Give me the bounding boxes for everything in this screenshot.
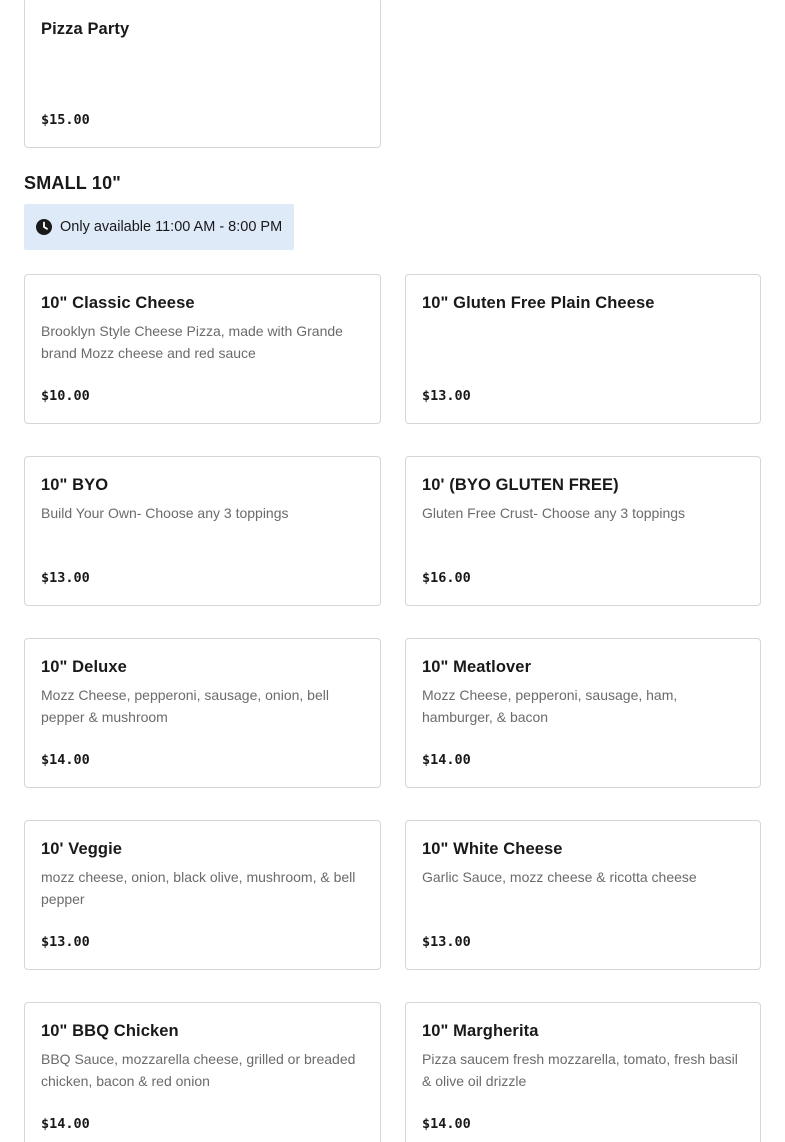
menu-item-card[interactable]: 10" Classic Cheese Brooklyn Style Cheese… bbox=[24, 274, 381, 424]
item-name: 10" White Cheese bbox=[422, 840, 563, 858]
menu-item-card[interactable]: Pizza Party $15.00 bbox=[24, 0, 381, 148]
menu-item-card[interactable]: 10" White Cheese Garlic Sauce, mozz chee… bbox=[405, 820, 761, 970]
menu-item-card[interactable]: 10" BBQ Chicken BBQ Sauce, mozzarella ch… bbox=[24, 1002, 381, 1142]
item-description: Mozz Cheese, pepperoni, sausage, ham, ha… bbox=[422, 687, 678, 725]
item-description bbox=[422, 320, 744, 364]
item-price: $13.00 bbox=[422, 388, 471, 404]
item-name: 10' Veggie bbox=[41, 840, 123, 858]
item-price: $10.00 bbox=[41, 388, 90, 404]
menu-item-card[interactable]: 10" Meatlover Mozz Cheese, pepperoni, sa… bbox=[405, 638, 761, 788]
item-name: 10' (BYO GLUTEN FREE) bbox=[422, 476, 619, 494]
item-description: mozz cheese, onion, black olive, mushroo… bbox=[41, 869, 356, 907]
menu-item-card[interactable]: 10' Veggie mozz cheese, onion, black oli… bbox=[24, 820, 381, 970]
section-title: SMALL 10" bbox=[24, 173, 122, 193]
item-description: Garlic Sauce, mozz cheese & ricotta chee… bbox=[422, 869, 697, 885]
item-price: $13.00 bbox=[41, 570, 90, 586]
item-price: $13.00 bbox=[422, 934, 471, 950]
item-name: 10" Deluxe bbox=[41, 658, 127, 676]
item-price: $14.00 bbox=[422, 1116, 471, 1132]
menu-item-card[interactable]: 10' (BYO GLUTEN FREE) Gluten Free Crust-… bbox=[405, 456, 761, 606]
item-name: 10" Gluten Free Plain Cheese bbox=[422, 294, 655, 312]
item-name: 10" Margherita bbox=[422, 1022, 539, 1040]
menu-item-card[interactable]: 10" BYO Build Your Own- Choose any 3 top… bbox=[24, 456, 381, 606]
clock-icon bbox=[36, 219, 52, 235]
menu-item-card[interactable]: 10" Margherita Pizza saucem fresh mozzar… bbox=[405, 1002, 761, 1142]
item-price: $14.00 bbox=[41, 752, 90, 768]
menu-item-card[interactable]: 10" Gluten Free Plain Cheese $13.00 bbox=[405, 274, 761, 424]
availability-banner: Only available 11:00 AM - 8:00 PM bbox=[24, 204, 295, 250]
menu-item-card[interactable]: 10" Deluxe Mozz Cheese, pepperoni, sausa… bbox=[24, 638, 381, 788]
item-name: Pizza Party bbox=[41, 20, 130, 38]
item-description: Gluten Free Crust- Choose any 3 toppings bbox=[422, 505, 686, 521]
availability-text: Only available 11:00 AM - 8:00 PM bbox=[60, 219, 283, 235]
item-name: 10" Classic Cheese bbox=[41, 294, 195, 312]
item-name: 10" BYO bbox=[41, 476, 109, 494]
item-name: 10" BBQ Chicken bbox=[41, 1022, 179, 1040]
item-price: $14.00 bbox=[422, 752, 471, 768]
item-price: $15.00 bbox=[41, 112, 90, 128]
item-name: 10" Meatlover bbox=[422, 658, 532, 676]
item-price: $16.00 bbox=[422, 570, 471, 586]
item-description bbox=[41, 46, 363, 90]
item-description: Build Your Own- Choose any 3 toppings bbox=[41, 505, 289, 521]
item-description: Brooklyn Style Cheese Pizza, made with G… bbox=[41, 323, 343, 361]
item-description: BBQ Sauce, mozzarella cheese, grilled or… bbox=[41, 1051, 356, 1089]
item-description: Mozz Cheese, pepperoni, sausage, onion, … bbox=[41, 687, 329, 725]
item-price: $14.00 bbox=[41, 1116, 90, 1132]
menu-page: Pizza Party $15.00 SMALL 10" Only availa… bbox=[0, 0, 785, 1142]
item-price: $13.00 bbox=[41, 934, 90, 950]
item-description: Pizza saucem fresh mozzarella, tomato, f… bbox=[422, 1051, 738, 1089]
